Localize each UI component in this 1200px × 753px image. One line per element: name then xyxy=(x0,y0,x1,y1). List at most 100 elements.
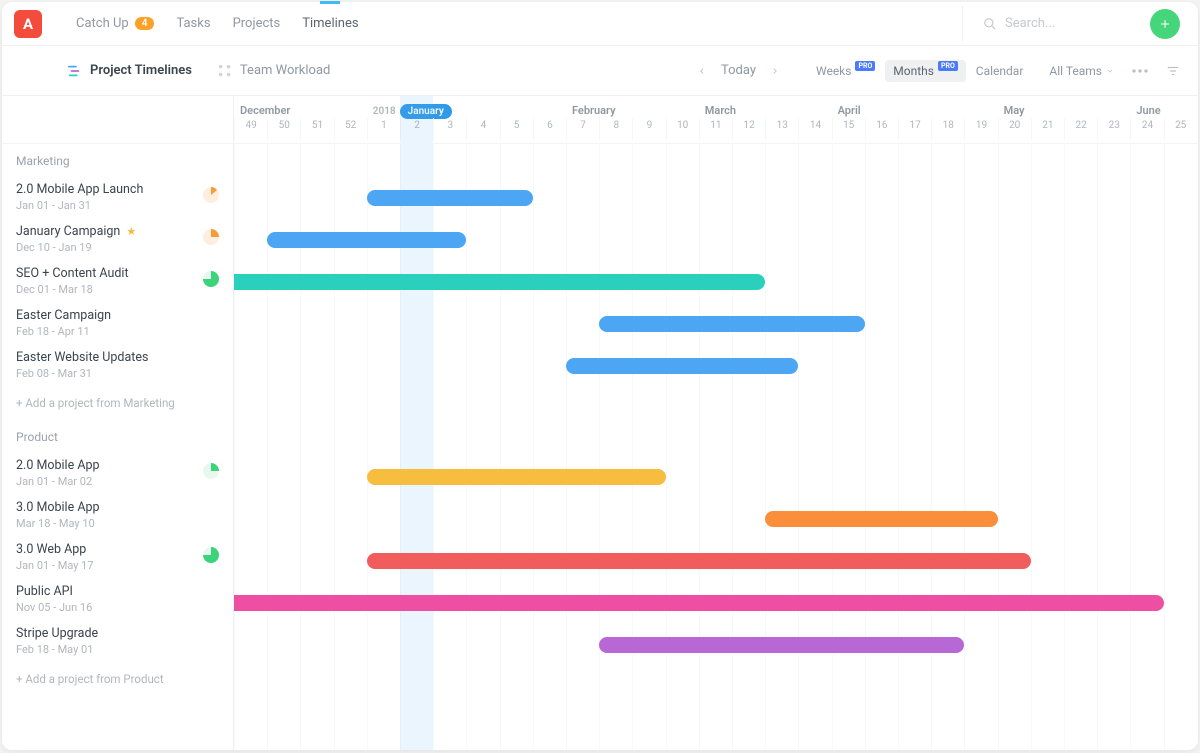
top-nav: A Catch Up 4 Tasks Projects Timelines Se… xyxy=(2,2,1198,46)
project-row[interactable]: Easter Campaign Feb 18 - Apr 11 xyxy=(2,302,233,344)
week-column: 1 xyxy=(367,118,400,140)
project-name: Easter Campaign xyxy=(16,308,111,323)
pro-badge: PRO xyxy=(938,61,958,71)
team-selector[interactable]: All Teams xyxy=(1049,64,1114,78)
project-dates: Feb 08 - Mar 31 xyxy=(16,367,148,380)
week-column: 13 xyxy=(765,118,798,140)
project-name: 2.0 Mobile App xyxy=(16,458,100,473)
gantt-body xyxy=(234,144,1198,750)
project-row[interactable]: Stripe UpgradeFeb 18 - May 01 xyxy=(2,620,233,662)
project-status-icon xyxy=(203,271,219,291)
month-label: April xyxy=(838,104,861,117)
filter-button[interactable] xyxy=(1166,64,1180,78)
week-column: 52 xyxy=(334,118,367,140)
gantt-bar[interactable] xyxy=(234,595,1164,611)
week-column: 12 xyxy=(732,118,765,140)
project-sidebar: Marketing2.0 Mobile App LaunchJan 01 - J… xyxy=(2,96,234,750)
week-column: 24 xyxy=(1130,118,1163,140)
month-label: June xyxy=(1136,104,1160,117)
workload-icon xyxy=(218,64,232,78)
project-dates: Feb 18 - Apr 11 xyxy=(16,325,111,338)
gantt-chart[interactable]: DecemberFebruaryMarchAprilMayJune2018Jan… xyxy=(234,96,1198,750)
week-column: 10 xyxy=(666,118,699,140)
project-row[interactable]: 3.0 Web AppJan 01 - May 17 xyxy=(2,536,233,578)
project-row[interactable]: 3.0 Mobile AppMar 18 - May 10 xyxy=(2,494,233,536)
nav-timelines-label: Timelines xyxy=(302,16,358,31)
pro-badge: PRO xyxy=(855,61,875,71)
gantt-bar[interactable] xyxy=(599,316,865,332)
app-logo[interactable]: A xyxy=(14,10,42,38)
search-icon xyxy=(983,17,997,31)
month-label: December xyxy=(240,104,290,117)
week-column: 8 xyxy=(599,118,632,140)
add-button[interactable] xyxy=(1150,9,1180,39)
week-column: 9 xyxy=(632,118,665,140)
add-project-link[interactable]: + Add a project from Product xyxy=(2,662,233,696)
gantt-bar[interactable] xyxy=(566,358,798,374)
project-name: 2.0 Mobile App Launch xyxy=(16,182,143,197)
project-dates: Dec 10 - Jan 19 xyxy=(16,241,136,254)
project-name: 3.0 Mobile App xyxy=(16,500,100,515)
week-column: 21 xyxy=(1031,118,1064,140)
project-row[interactable]: Easter Website Updates Feb 08 - Mar 31 xyxy=(2,344,233,386)
gantt-bar[interactable] xyxy=(367,469,666,485)
week-column: 14 xyxy=(798,118,831,140)
view-calendar[interactable]: Calendar xyxy=(968,60,1032,82)
project-status-icon xyxy=(203,229,219,249)
tab-team-workload[interactable]: Team Workload xyxy=(218,63,330,78)
project-dates: Dec 01 - Mar 18 xyxy=(16,283,129,296)
project-name: January Campaign★ xyxy=(16,224,136,239)
chevron-down-icon xyxy=(1106,67,1114,75)
plus-icon xyxy=(1159,18,1171,30)
project-dates: Jan 01 - May 17 xyxy=(16,559,94,572)
view-weeks[interactable]: Weeks PRO xyxy=(808,60,883,82)
nav-tasks[interactable]: Tasks xyxy=(176,16,210,31)
nav-active-indicator xyxy=(320,1,340,4)
week-column: 23 xyxy=(1097,118,1130,140)
nav-catchup[interactable]: Catch Up 4 xyxy=(76,16,154,31)
project-row[interactable]: Public APINov 05 - Jun 16 xyxy=(2,578,233,620)
gantt-bar[interactable] xyxy=(234,274,765,290)
search-placeholder: Search... xyxy=(1005,16,1055,31)
tab-team-workload-label: Team Workload xyxy=(240,63,330,78)
week-column: 51 xyxy=(300,118,333,140)
add-project-link[interactable]: + Add a project from Marketing xyxy=(2,386,233,420)
project-row[interactable]: 2.0 Mobile AppJan 01 - Mar 02 xyxy=(2,452,233,494)
gantt-bar[interactable] xyxy=(267,232,466,248)
nav-catchup-label: Catch Up xyxy=(76,16,129,31)
prev-period-button[interactable] xyxy=(697,66,707,76)
week-column: 25 xyxy=(1164,118,1197,140)
project-status-icon xyxy=(203,547,219,567)
project-row[interactable]: SEO + Content AuditDec 01 - Mar 18 xyxy=(2,260,233,302)
gantt-bar[interactable] xyxy=(599,637,964,653)
gantt-header: DecemberFebruaryMarchAprilMayJune2018Jan… xyxy=(234,96,1198,144)
star-icon: ★ xyxy=(126,225,136,238)
today-button[interactable]: Today xyxy=(721,63,756,78)
week-column: 15 xyxy=(832,118,865,140)
gantt-bar[interactable] xyxy=(367,190,533,206)
week-column: 22 xyxy=(1064,118,1097,140)
project-dates: Nov 05 - Jun 16 xyxy=(16,601,92,614)
month-label: February xyxy=(572,104,616,117)
project-name: Stripe Upgrade xyxy=(16,626,98,641)
nav-projects[interactable]: Projects xyxy=(233,16,281,31)
week-column: 6 xyxy=(533,118,566,140)
group-header: Product xyxy=(2,420,233,452)
project-name: Easter Website Updates xyxy=(16,350,148,365)
view-months[interactable]: Months PRO xyxy=(885,60,966,82)
search-input[interactable]: Search... xyxy=(962,6,1142,41)
nav-timelines[interactable]: Timelines xyxy=(302,16,358,31)
gantt-bar[interactable] xyxy=(367,553,1031,569)
project-row[interactable]: January Campaign★ Dec 10 - Jan 19 xyxy=(2,218,233,260)
week-column: 20 xyxy=(998,118,1031,140)
project-row[interactable]: 2.0 Mobile App LaunchJan 01 - Jan 31 xyxy=(2,176,233,218)
week-column: 16 xyxy=(865,118,898,140)
view-months-label: Months xyxy=(893,64,934,78)
month-label: March xyxy=(705,104,736,117)
next-period-button[interactable] xyxy=(770,66,780,76)
gantt-bar[interactable] xyxy=(765,511,997,527)
more-menu-button[interactable] xyxy=(1132,69,1148,73)
project-status-icon xyxy=(203,187,219,207)
tab-project-timelines[interactable]: Project Timelines xyxy=(68,63,192,78)
week-column: 4 xyxy=(466,118,499,140)
